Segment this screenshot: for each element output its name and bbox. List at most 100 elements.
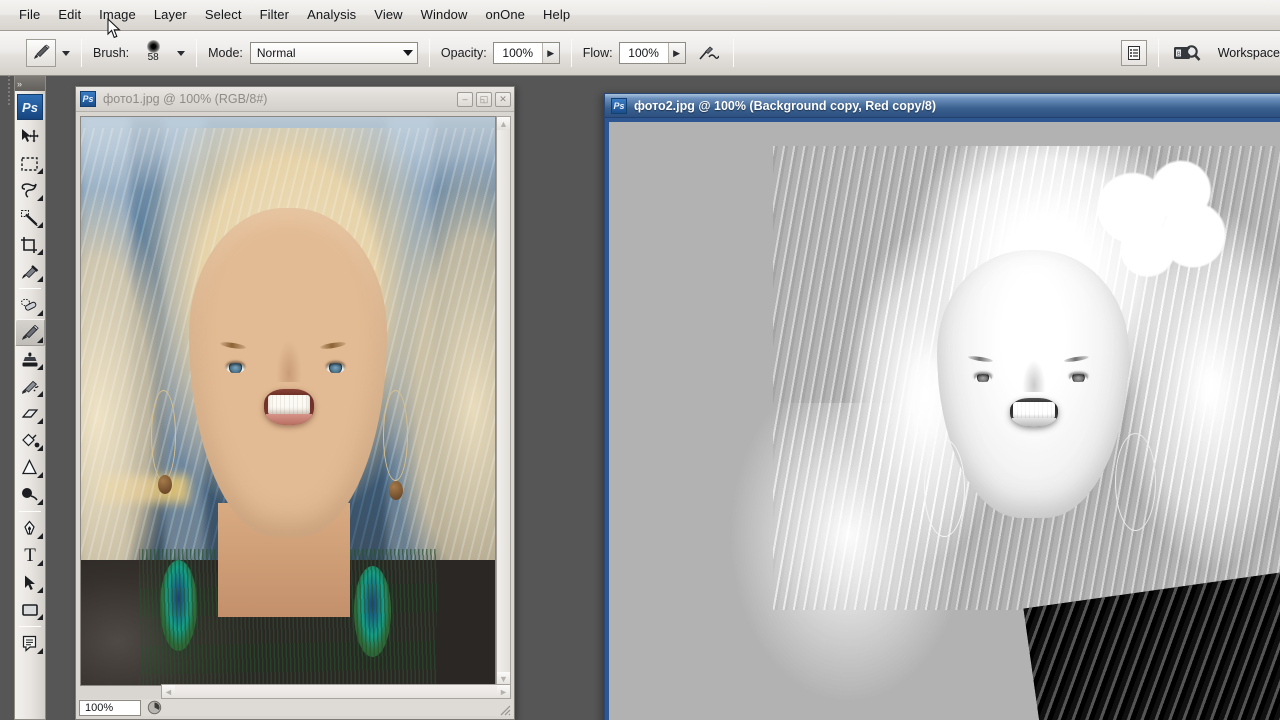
move-icon xyxy=(22,128,39,142)
menu-item-view[interactable]: View xyxy=(365,5,411,25)
document-titlebar-foto1[interactable]: Ps фото1.jpg @ 100% (RGB/8#) – ◱ ✕ xyxy=(76,87,514,112)
document-titlebar-foto2[interactable]: Ps фото2.jpg @ 100% (Background copy, Re… xyxy=(605,94,1280,118)
minimize-button[interactable]: – xyxy=(457,91,473,107)
tool-blur[interactable] xyxy=(15,481,45,508)
svg-text:Br: Br xyxy=(1177,52,1183,58)
menu-item-window[interactable]: Window xyxy=(412,5,477,25)
tool-submenu-triangle-icon xyxy=(37,364,43,370)
canvas-foto1[interactable] xyxy=(80,116,496,686)
document-title-foto2: фото2.jpg @ 100% (Background copy, Red c… xyxy=(634,98,937,113)
document-window-foto2[interactable]: Ps фото2.jpg @ 100% (Background copy, Re… xyxy=(604,93,1280,720)
canvas-foto2[interactable] xyxy=(609,122,1280,720)
options-bar: Brush: 58 Mode: Normal Opacity: 100% ▶ F… xyxy=(0,31,1280,76)
tool-submenu-triangle-icon xyxy=(37,445,43,451)
zoom-level-input[interactable]: 100% xyxy=(79,699,141,716)
divider xyxy=(570,39,572,67)
tool-submenu-triangle-icon xyxy=(37,337,43,343)
go-to-bridge-icon[interactable]: Br xyxy=(1170,39,1204,67)
tool-notes[interactable] xyxy=(15,630,45,657)
tool-submenu-triangle-icon xyxy=(37,310,43,316)
palette-well-icon[interactable] xyxy=(1120,40,1147,66)
tool-quick-selection[interactable] xyxy=(15,204,45,231)
menu-item-edit[interactable]: Edit xyxy=(49,5,90,25)
tool-paint-bucket[interactable] xyxy=(15,427,45,454)
scroll-up-arrow[interactable]: ▲ xyxy=(497,117,510,130)
vertical-scrollbar-foto1[interactable]: ▲ ▼ xyxy=(496,116,511,686)
blend-mode-value: Normal xyxy=(256,46,296,60)
tool-rectangular-marquee[interactable] xyxy=(15,150,45,177)
scroll-left-arrow[interactable]: ◄ xyxy=(162,685,175,698)
tool-submenu-triangle-icon xyxy=(37,587,43,593)
tool-submenu-triangle-icon xyxy=(37,249,43,255)
menu-item-file[interactable]: File xyxy=(10,5,49,25)
tool-gradient[interactable] xyxy=(15,454,45,481)
window-controls-foto1: – ◱ ✕ xyxy=(457,91,511,107)
blend-mode-select[interactable]: Normal xyxy=(249,42,418,64)
tool-lasso[interactable] xyxy=(15,177,45,204)
divider xyxy=(196,39,198,67)
tool-pen[interactable] xyxy=(15,515,45,542)
tool-brush[interactable] xyxy=(15,319,45,346)
photoshop-document-icon: Ps xyxy=(80,91,96,107)
options-bar-right-group: Br Workspace xyxy=(1120,39,1280,67)
chevron-down-icon xyxy=(402,50,413,56)
window-resize-grip-foto1[interactable] xyxy=(498,703,512,717)
divider xyxy=(19,511,41,512)
opacity-value: 100% xyxy=(502,46,534,60)
tool-eraser[interactable] xyxy=(15,400,45,427)
tools-panel-collapse-bar[interactable]: » xyxy=(15,76,45,91)
horizontal-scrollbar-foto1[interactable]: ◄ ► xyxy=(161,684,511,699)
tool-submenu-triangle-icon xyxy=(37,168,43,174)
tool-submenu-triangle-icon xyxy=(37,533,43,539)
menu-bar: File Edit Image Layer Select Filter Anal… xyxy=(0,0,1280,31)
flow-value: 100% xyxy=(628,46,659,60)
workspace-label[interactable]: Workspace xyxy=(1218,46,1280,60)
document-window-foto1[interactable]: Ps фото1.jpg @ 100% (RGB/8#) – ◱ ✕ ▲ ▼ ◄… xyxy=(75,86,515,720)
chevron-down-icon[interactable] xyxy=(62,50,70,56)
menu-item-layer[interactable]: Layer xyxy=(145,5,196,25)
status-bar-foto1: 100% xyxy=(79,699,513,716)
scroll-right-arrow[interactable]: ► xyxy=(497,685,510,698)
menu-item-filter[interactable]: Filter xyxy=(251,5,299,25)
menu-item-onone[interactable]: onOne xyxy=(476,5,534,25)
menu-item-select[interactable]: Select xyxy=(196,5,251,25)
menu-item-analysis[interactable]: Analysis xyxy=(298,5,365,25)
photoshop-document-icon: Ps xyxy=(611,97,627,114)
brush-label: Brush: xyxy=(93,46,130,60)
tool-submenu-triangle-icon xyxy=(37,614,43,620)
brush-preset-preview[interactable]: 58 xyxy=(137,40,169,63)
tool-history-brush[interactable] xyxy=(15,373,45,400)
flow-label: Flow: xyxy=(582,46,613,60)
tool-shape[interactable] xyxy=(15,596,45,623)
opacity-slider-toggle[interactable]: ▶ xyxy=(541,43,559,63)
tool-submenu-triangle-icon xyxy=(37,222,43,228)
tool-move[interactable] xyxy=(15,123,45,150)
menu-item-help[interactable]: Help xyxy=(534,5,579,25)
document-title-foto1: фото1.jpg @ 100% (RGB/8#) xyxy=(103,92,268,106)
tool-path-selection[interactable] xyxy=(15,569,45,596)
brush-preset-chevron-down-icon[interactable] xyxy=(177,50,186,56)
tool-eyedropper[interactable] xyxy=(15,258,45,285)
close-button[interactable]: ✕ xyxy=(495,91,511,107)
document-info-icon[interactable] xyxy=(145,700,163,716)
tool-healing-brush[interactable] xyxy=(15,292,45,319)
restore-button[interactable]: ◱ xyxy=(476,91,492,107)
flow-slider-toggle[interactable]: ▶ xyxy=(667,43,685,63)
tool-crop[interactable] xyxy=(15,231,45,258)
tool-submenu-triangle-icon xyxy=(37,391,43,397)
opacity-input[interactable]: 100% ▶ xyxy=(492,42,560,64)
tool-submenu-triangle-icon xyxy=(37,276,43,282)
divider xyxy=(19,288,41,289)
tool-submenu-triangle-icon xyxy=(37,499,43,505)
tools-panel: » Ps T xyxy=(14,76,46,720)
image-foto1 xyxy=(81,117,495,685)
tool-submenu-triangle-icon xyxy=(37,648,43,654)
tool-clone-stamp[interactable] xyxy=(15,346,45,373)
divider xyxy=(19,626,41,627)
divider xyxy=(428,39,430,67)
tool-type[interactable]: T xyxy=(15,542,45,569)
tool-submenu-triangle-icon xyxy=(37,560,43,566)
tool-preset-picker[interactable] xyxy=(26,39,70,67)
airbrush-icon[interactable] xyxy=(694,40,722,66)
flow-input[interactable]: 100% ▶ xyxy=(618,42,686,64)
